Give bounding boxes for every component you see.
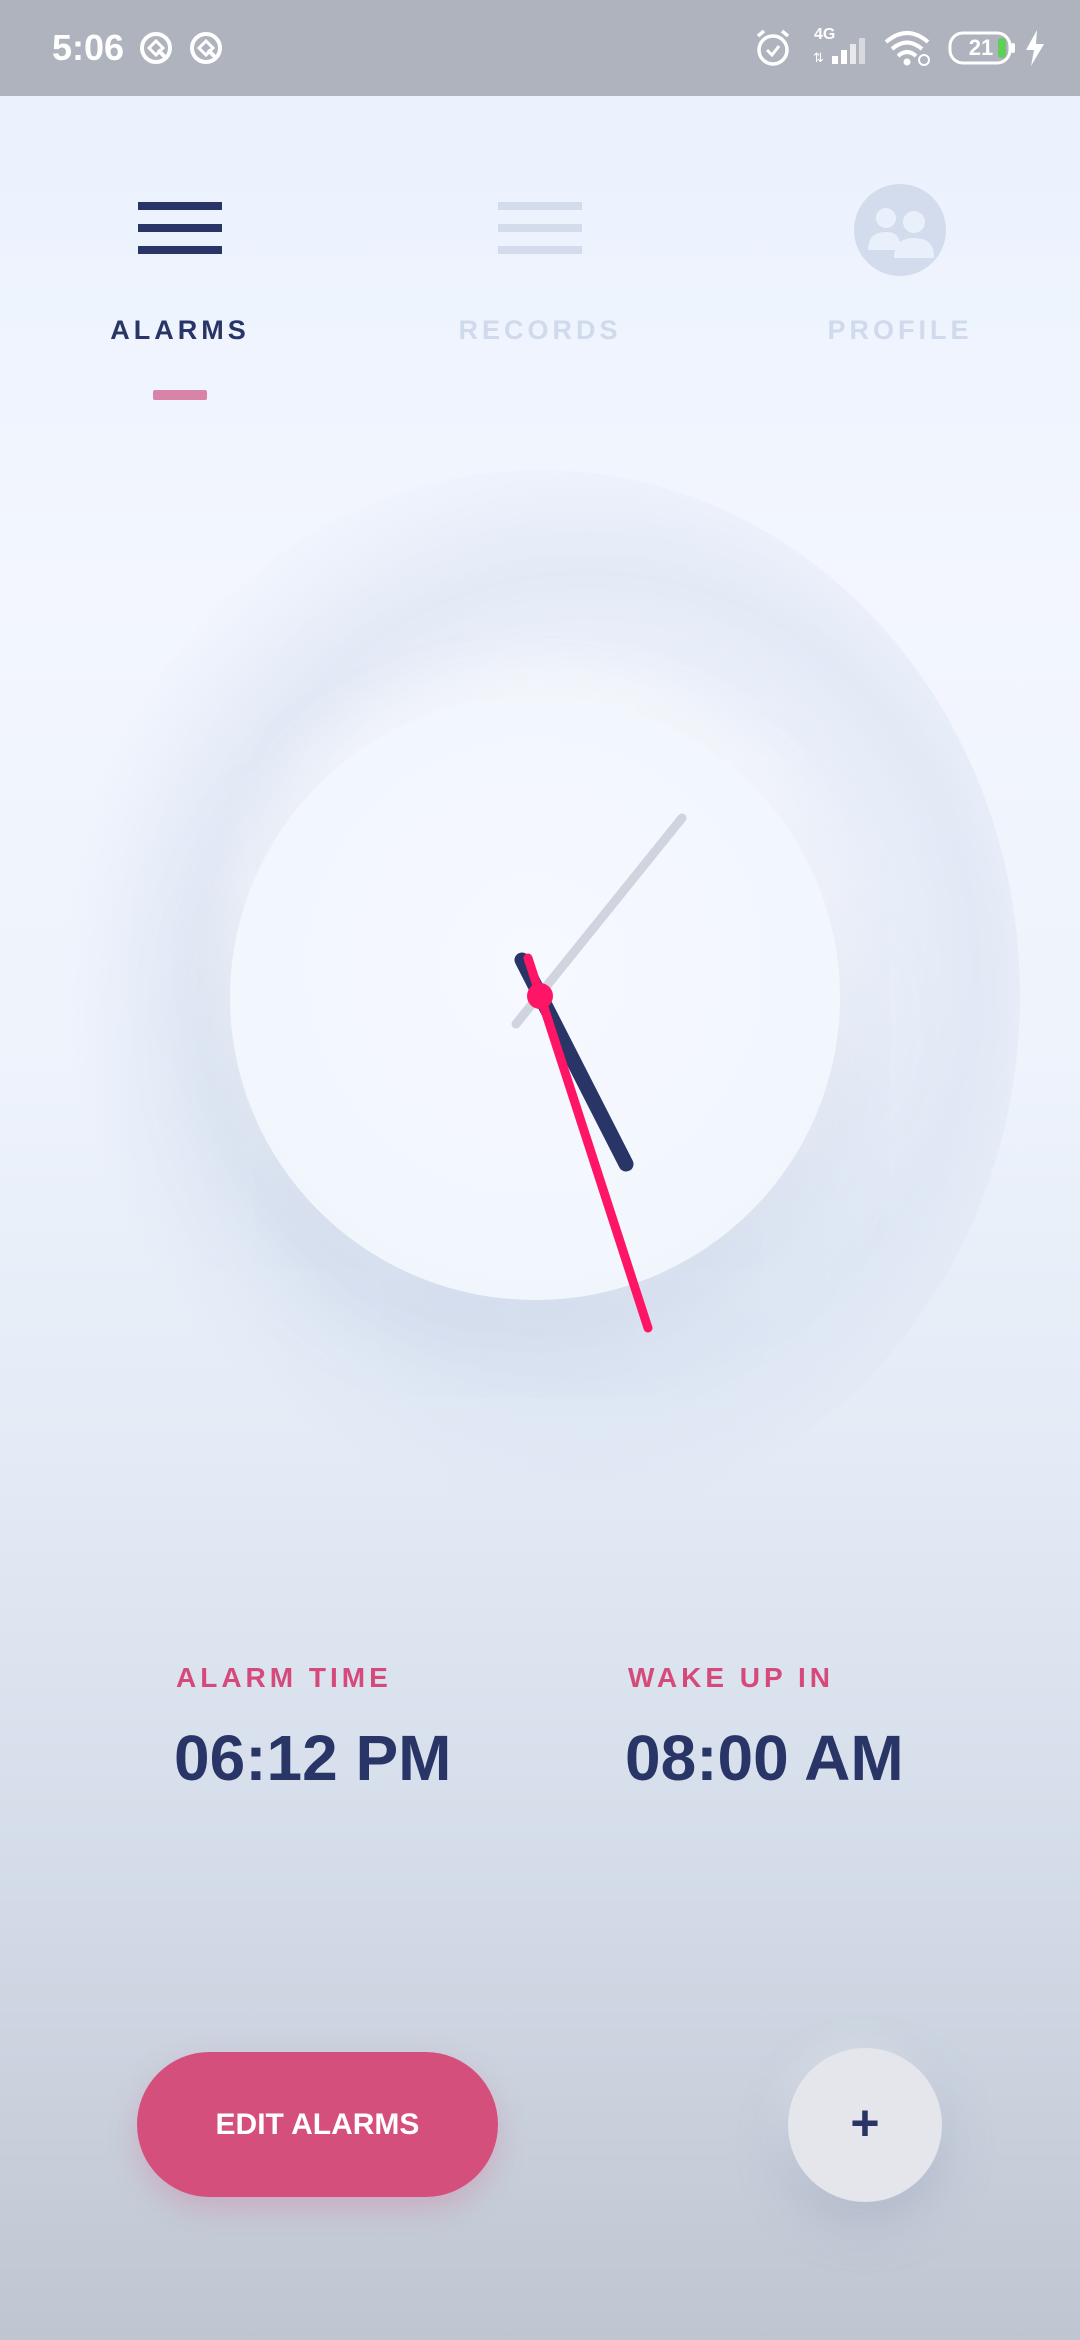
alarm-time-label: ALARM TIME <box>176 1662 392 1693</box>
wake-up-label: WAKE UP IN <box>628 1662 834 1693</box>
edit-alarms-button[interactable]: EDIT ALARMS <box>137 2052 498 2197</box>
wake-up-value: 08:00 AM <box>625 1722 904 1794</box>
clock-center <box>527 983 553 1009</box>
minute-hand <box>523 953 653 1333</box>
add-alarm-button[interactable]: + <box>788 2048 942 2202</box>
clock-hands <box>511 813 687 1333</box>
alarm-time-value: 06:12 PM <box>174 1722 452 1794</box>
